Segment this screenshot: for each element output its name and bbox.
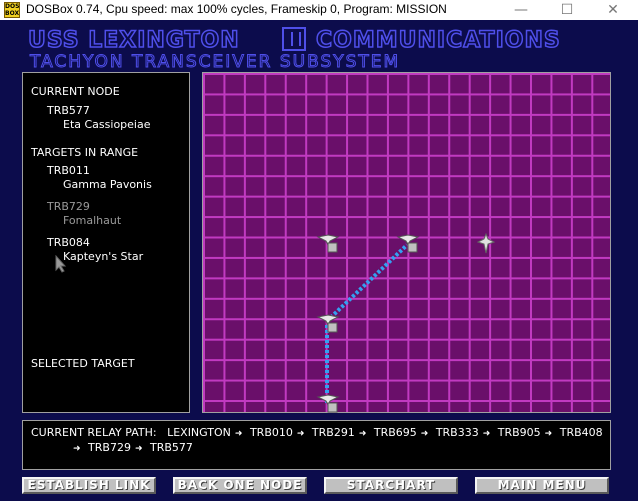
node-info-panel: CURRENT NODE TRB577 Eta Cassiopeiae TARG…: [22, 72, 190, 413]
target-name[interactable]: Kapteyn's Star: [63, 250, 143, 263]
relay-path-line-1: CURRENT RELAY PATH: LEXINGTON ➜ TRB010 ➜ T…: [31, 426, 603, 439]
target-id[interactable]: TRB729: [47, 200, 90, 213]
establish-link-button[interactable]: ESTABLISH LINK: [22, 477, 156, 494]
relay-link-line: [325, 243, 409, 323]
current-node-id: TRB577: [47, 104, 90, 117]
relay-node-label: TRB905: [497, 426, 541, 439]
arrow-right-icon: ➜: [73, 444, 81, 454]
window-title: DOSBox 0.74, Cpu speed: max 100% cycles,…: [26, 2, 447, 16]
arrow-right-icon: ➜: [420, 429, 429, 439]
maximize-button[interactable]: ☐: [544, 0, 590, 20]
back-one-node-button[interactable]: BACK ONE NODE: [173, 477, 307, 494]
target-id[interactable]: TRB011: [47, 164, 90, 177]
close-button[interactable]: ✕: [590, 0, 636, 20]
main-menu-button[interactable]: MAIN MENU: [475, 477, 609, 494]
relay-node-label: TRB010: [249, 426, 293, 439]
arrow-right-icon: ➜: [482, 429, 491, 439]
relay-node-icon[interactable]: [316, 313, 340, 333]
dosbox-app-icon: DOS BOX: [4, 2, 20, 18]
relay-path-label: CURRENT RELAY PATH:: [31, 426, 157, 439]
relay-node-label: TRB291: [311, 426, 355, 439]
current-node-label: CURRENT NODE: [31, 85, 120, 98]
relay-node-label: LEXINGTON: [167, 426, 231, 439]
relay-node-label: TRB577: [150, 441, 193, 454]
target-id[interactable]: TRB084: [47, 236, 90, 249]
arrow-right-icon: ➜: [544, 429, 553, 439]
ship-name-heading: USS LEXINGTON: [27, 27, 240, 54]
target-name[interactable]: Gamma Pavonis: [63, 178, 152, 191]
arrow-right-icon: ➜: [234, 429, 243, 439]
relay-path-line-2: ➜ TRB729 ➜ TRB577: [69, 441, 193, 454]
selected-target-label: SELECTED TARGET: [31, 357, 135, 370]
relay-path-panel: CURRENT RELAY PATH: LEXINGTON ➜ TRB010 ➜ T…: [22, 420, 611, 470]
relay-node-label: TRB333: [435, 426, 479, 439]
subsystem-heading: TACHYON TRANSCEIVER SUBSYSTEM: [29, 52, 401, 73]
relay-node-label: TRB695: [373, 426, 417, 439]
targets-in-range-label: TARGETS IN RANGE: [31, 146, 139, 159]
window-title-bar: DOS BOX DOSBox 0.74, Cpu speed: max 100%…: [0, 0, 638, 20]
ship-icon: [477, 233, 495, 254]
current-node-name: Eta Cassiopeiae: [63, 118, 151, 131]
relay-grid-map[interactable]: [202, 72, 611, 413]
communications-heading: COMMUNICATIONS: [315, 27, 561, 54]
mouse-cursor-icon: [55, 255, 67, 273]
relay-node-icon[interactable]: [316, 233, 340, 253]
arrow-right-icon: ➜: [134, 444, 143, 454]
relay-node-label: TRB729: [88, 441, 131, 454]
target-name[interactable]: Fomalhaut: [63, 214, 121, 227]
minimize-button[interactable]: —: [498, 0, 544, 20]
starchart-button[interactable]: STARCHART: [324, 477, 458, 494]
lexington-emblem-icon: [282, 27, 306, 51]
relay-node-icon[interactable]: [396, 233, 420, 253]
arrow-right-icon: ➜: [358, 429, 367, 439]
relay-node-icon[interactable]: [316, 393, 340, 413]
arrow-right-icon: ➜: [296, 429, 305, 439]
relay-node-label: TRB408: [559, 426, 603, 439]
